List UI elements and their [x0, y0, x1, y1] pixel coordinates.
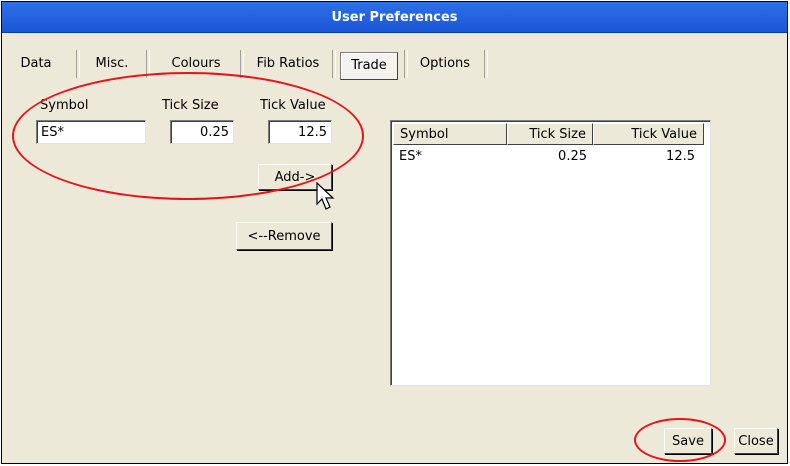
- tick-size-label: Tick Size: [162, 98, 219, 113]
- column-header-tick-value[interactable]: Tick Value: [593, 123, 704, 145]
- column-header-symbol[interactable]: Symbol: [393, 123, 507, 145]
- tab-data[interactable]: Data: [14, 46, 58, 82]
- symbol-label: Symbol: [40, 98, 89, 113]
- tab-separator: [146, 50, 150, 78]
- tab-colours[interactable]: Colours: [158, 46, 234, 82]
- remove-button-label: <--Remove: [247, 228, 321, 244]
- tick-size-input[interactable]: [170, 120, 234, 144]
- column-header-tick-size[interactable]: Tick Size: [507, 123, 593, 145]
- tick-value-label: Tick Value: [260, 98, 326, 113]
- save-button-label: Save: [672, 433, 704, 449]
- tab-separator: [404, 50, 408, 78]
- list-cell-tick-size[interactable]: 0.25: [507, 149, 587, 164]
- symbols-list[interactable]: Symbol Tick Size Tick Value ES* 0.25 12.…: [390, 120, 711, 386]
- symbol-input[interactable]: [36, 120, 146, 144]
- remove-button[interactable]: <--Remove: [236, 222, 332, 250]
- add-button-label: Add->: [274, 169, 316, 185]
- save-button[interactable]: Save: [664, 428, 712, 454]
- tick-value-input[interactable]: [268, 120, 332, 144]
- list-header: Symbol Tick Size Tick Value: [393, 123, 704, 145]
- list-cell-symbol[interactable]: ES*: [399, 149, 422, 164]
- window-title: User Preferences: [331, 9, 458, 25]
- tab-fib-ratios[interactable]: Fib Ratios: [248, 46, 328, 82]
- tab-separator: [240, 50, 244, 78]
- tab-separator: [76, 50, 80, 78]
- tab-misc[interactable]: Misc.: [82, 46, 142, 82]
- tab-options[interactable]: Options: [412, 46, 478, 82]
- tab-separator: [332, 50, 336, 78]
- user-preferences-window: User Preferences Data Misc. Colours Fib …: [1, 1, 788, 464]
- close-button-label: Close: [738, 433, 774, 449]
- list-cell-tick-value[interactable]: 12.5: [591, 149, 695, 164]
- tab-separator: [484, 50, 488, 78]
- tab-trade[interactable]: Trade: [340, 52, 398, 80]
- title-bar: User Preferences: [2, 2, 787, 33]
- close-button[interactable]: Close: [734, 428, 778, 454]
- mouse-pointer-icon: [316, 182, 335, 210]
